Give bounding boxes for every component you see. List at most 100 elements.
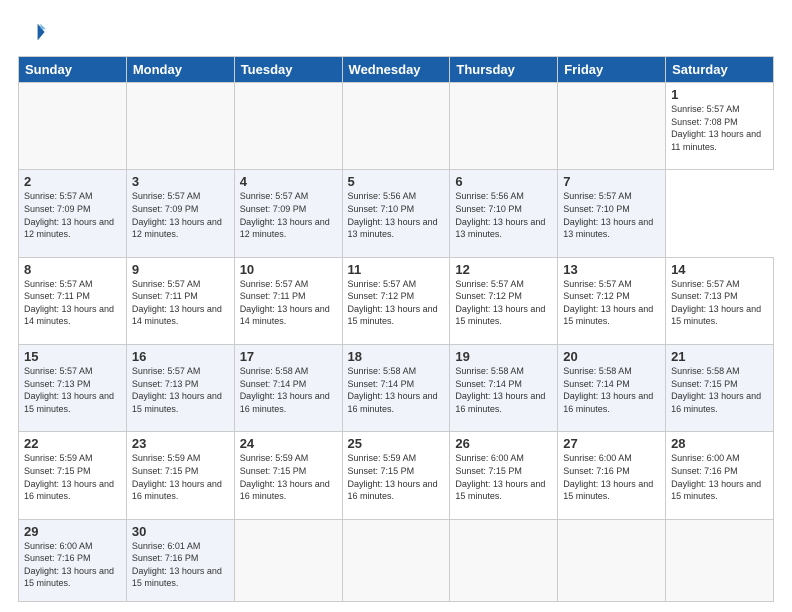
calendar-cell: 9Sunrise: 5:57 AMSunset: 7:11 PMDaylight… <box>126 257 234 344</box>
calendar-cell <box>234 83 342 170</box>
calendar-cell <box>450 83 558 170</box>
day-header-thursday: Thursday <box>450 57 558 83</box>
calendar-cell <box>19 83 127 170</box>
day-info: Sunrise: 5:57 AMSunset: 7:09 PMDaylight:… <box>240 190 337 240</box>
day-info: Sunrise: 5:57 AMSunset: 7:10 PMDaylight:… <box>563 190 660 240</box>
day-number: 13 <box>563 262 660 277</box>
calendar-cell: 12Sunrise: 5:57 AMSunset: 7:12 PMDayligh… <box>450 257 558 344</box>
calendar-cell: 27Sunrise: 6:00 AMSunset: 7:16 PMDayligh… <box>558 432 666 519</box>
day-header-monday: Monday <box>126 57 234 83</box>
logo <box>18 18 52 46</box>
calendar-cell <box>342 83 450 170</box>
calendar-cell <box>450 519 558 601</box>
day-info: Sunrise: 5:57 AMSunset: 7:11 PMDaylight:… <box>24 278 121 328</box>
day-header-wednesday: Wednesday <box>342 57 450 83</box>
day-info: Sunrise: 5:58 AMSunset: 7:14 PMDaylight:… <box>455 365 552 415</box>
calendar-cell: 25Sunrise: 5:59 AMSunset: 7:15 PMDayligh… <box>342 432 450 519</box>
calendar-cell <box>558 83 666 170</box>
day-info: Sunrise: 6:00 AMSunset: 7:16 PMDaylight:… <box>563 452 660 502</box>
day-number: 25 <box>348 436 445 451</box>
calendar-cell <box>234 519 342 601</box>
day-number: 20 <box>563 349 660 364</box>
day-number: 22 <box>24 436 121 451</box>
day-info: Sunrise: 5:57 AMSunset: 7:09 PMDaylight:… <box>132 190 229 240</box>
calendar-cell: 15Sunrise: 5:57 AMSunset: 7:13 PMDayligh… <box>19 344 127 431</box>
calendar-cell: 1Sunrise: 5:57 AMSunset: 7:08 PMDaylight… <box>666 83 774 170</box>
day-info: Sunrise: 5:57 AMSunset: 7:13 PMDaylight:… <box>24 365 121 415</box>
day-number: 23 <box>132 436 229 451</box>
day-number: 5 <box>348 174 445 189</box>
week-row-3: 15Sunrise: 5:57 AMSunset: 7:13 PMDayligh… <box>19 344 774 431</box>
day-info: Sunrise: 5:57 AMSunset: 7:08 PMDaylight:… <box>671 103 768 153</box>
calendar-cell: 22Sunrise: 5:59 AMSunset: 7:15 PMDayligh… <box>19 432 127 519</box>
page: SundayMondayTuesdayWednesdayThursdayFrid… <box>0 0 792 612</box>
day-info: Sunrise: 5:57 AMSunset: 7:12 PMDaylight:… <box>455 278 552 328</box>
day-info: Sunrise: 5:56 AMSunset: 7:10 PMDaylight:… <box>455 190 552 240</box>
calendar-table: SundayMondayTuesdayWednesdayThursdayFrid… <box>18 56 774 602</box>
day-info: Sunrise: 5:57 AMSunset: 7:13 PMDaylight:… <box>671 278 768 328</box>
day-number: 28 <box>671 436 768 451</box>
calendar-cell: 7Sunrise: 5:57 AMSunset: 7:10 PMDaylight… <box>558 170 666 257</box>
day-info: Sunrise: 5:59 AMSunset: 7:15 PMDaylight:… <box>24 452 121 502</box>
calendar-cell: 10Sunrise: 5:57 AMSunset: 7:11 PMDayligh… <box>234 257 342 344</box>
day-number: 14 <box>671 262 768 277</box>
calendar-cell: 18Sunrise: 5:58 AMSunset: 7:14 PMDayligh… <box>342 344 450 431</box>
day-number: 15 <box>24 349 121 364</box>
day-number: 18 <box>348 349 445 364</box>
calendar-cell: 29Sunrise: 6:00 AMSunset: 7:16 PMDayligh… <box>19 519 127 601</box>
day-info: Sunrise: 5:56 AMSunset: 7:10 PMDaylight:… <box>348 190 445 240</box>
day-number: 10 <box>240 262 337 277</box>
calendar-cell: 30Sunrise: 6:01 AMSunset: 7:16 PMDayligh… <box>126 519 234 601</box>
day-header-tuesday: Tuesday <box>234 57 342 83</box>
calendar-cell: 16Sunrise: 5:57 AMSunset: 7:13 PMDayligh… <box>126 344 234 431</box>
day-info: Sunrise: 6:00 AMSunset: 7:16 PMDaylight:… <box>24 540 121 590</box>
day-number: 17 <box>240 349 337 364</box>
calendar-cell: 17Sunrise: 5:58 AMSunset: 7:14 PMDayligh… <box>234 344 342 431</box>
day-header-saturday: Saturday <box>666 57 774 83</box>
day-number: 8 <box>24 262 121 277</box>
day-number: 4 <box>240 174 337 189</box>
day-info: Sunrise: 5:59 AMSunset: 7:15 PMDaylight:… <box>132 452 229 502</box>
day-number: 11 <box>348 262 445 277</box>
day-header-friday: Friday <box>558 57 666 83</box>
header-row: SundayMondayTuesdayWednesdayThursdayFrid… <box>19 57 774 83</box>
calendar-cell: 24Sunrise: 5:59 AMSunset: 7:15 PMDayligh… <box>234 432 342 519</box>
day-info: Sunrise: 5:57 AMSunset: 7:13 PMDaylight:… <box>132 365 229 415</box>
calendar-cell: 13Sunrise: 5:57 AMSunset: 7:12 PMDayligh… <box>558 257 666 344</box>
week-row-5: 29Sunrise: 6:00 AMSunset: 7:16 PMDayligh… <box>19 519 774 601</box>
day-info: Sunrise: 5:58 AMSunset: 7:14 PMDaylight:… <box>563 365 660 415</box>
day-number: 30 <box>132 524 229 539</box>
day-number: 12 <box>455 262 552 277</box>
day-number: 27 <box>563 436 660 451</box>
calendar-cell: 8Sunrise: 5:57 AMSunset: 7:11 PMDaylight… <box>19 257 127 344</box>
day-number: 7 <box>563 174 660 189</box>
day-info: Sunrise: 6:01 AMSunset: 7:16 PMDaylight:… <box>132 540 229 590</box>
day-info: Sunrise: 5:58 AMSunset: 7:14 PMDaylight:… <box>240 365 337 415</box>
day-info: Sunrise: 6:00 AMSunset: 7:15 PMDaylight:… <box>455 452 552 502</box>
week-row-0: 1Sunrise: 5:57 AMSunset: 7:08 PMDaylight… <box>19 83 774 170</box>
calendar-cell: 6Sunrise: 5:56 AMSunset: 7:10 PMDaylight… <box>450 170 558 257</box>
day-number: 21 <box>671 349 768 364</box>
week-row-2: 8Sunrise: 5:57 AMSunset: 7:11 PMDaylight… <box>19 257 774 344</box>
calendar-cell <box>666 519 774 601</box>
calendar-cell: 11Sunrise: 5:57 AMSunset: 7:12 PMDayligh… <box>342 257 450 344</box>
calendar-cell: 4Sunrise: 5:57 AMSunset: 7:09 PMDaylight… <box>234 170 342 257</box>
day-number: 2 <box>24 174 121 189</box>
day-number: 24 <box>240 436 337 451</box>
day-info: Sunrise: 5:59 AMSunset: 7:15 PMDaylight:… <box>240 452 337 502</box>
calendar-cell <box>558 519 666 601</box>
day-info: Sunrise: 5:58 AMSunset: 7:14 PMDaylight:… <box>348 365 445 415</box>
calendar-cell <box>342 519 450 601</box>
calendar-cell <box>126 83 234 170</box>
day-info: Sunrise: 5:59 AMSunset: 7:15 PMDaylight:… <box>348 452 445 502</box>
day-header-sunday: Sunday <box>19 57 127 83</box>
calendar-cell: 2Sunrise: 5:57 AMSunset: 7:09 PMDaylight… <box>19 170 127 257</box>
day-number: 9 <box>132 262 229 277</box>
day-number: 6 <box>455 174 552 189</box>
calendar-cell: 3Sunrise: 5:57 AMSunset: 7:09 PMDaylight… <box>126 170 234 257</box>
calendar-cell: 28Sunrise: 6:00 AMSunset: 7:16 PMDayligh… <box>666 432 774 519</box>
week-row-4: 22Sunrise: 5:59 AMSunset: 7:15 PMDayligh… <box>19 432 774 519</box>
day-info: Sunrise: 5:57 AMSunset: 7:11 PMDaylight:… <box>240 278 337 328</box>
calendar-cell: 23Sunrise: 5:59 AMSunset: 7:15 PMDayligh… <box>126 432 234 519</box>
day-number: 29 <box>24 524 121 539</box>
